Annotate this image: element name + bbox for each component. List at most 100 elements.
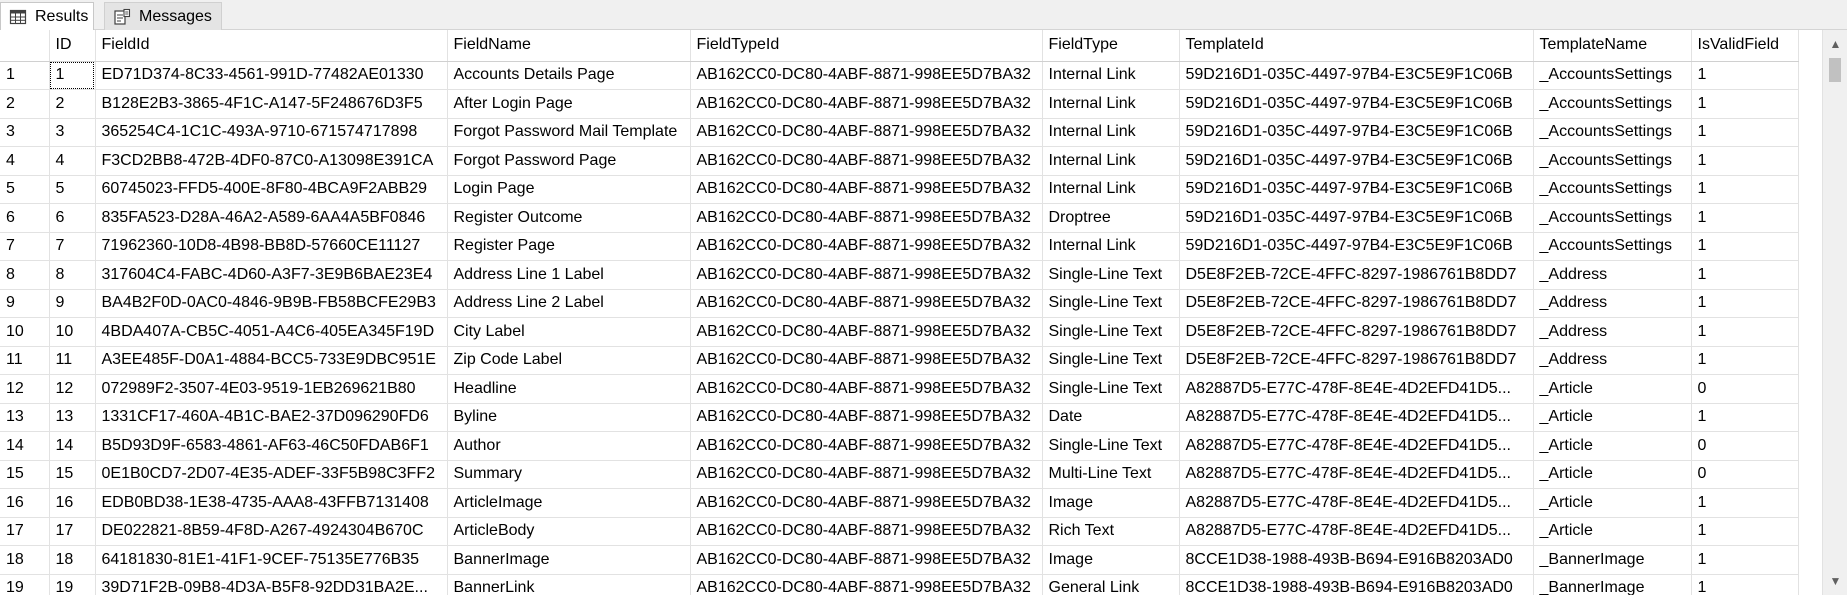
table-cell[interactable]: _BannerImage xyxy=(1533,574,1692,595)
row-number[interactable]: 3 xyxy=(0,118,50,147)
table-cell[interactable]: A82887D5-E77C-478F-8E4E-4D2EFD41D5... xyxy=(1179,431,1534,461)
table-cell[interactable]: Date xyxy=(1042,403,1180,432)
table-cell[interactable]: 13 xyxy=(49,403,96,432)
column-header[interactable]: IsValidField xyxy=(1691,30,1799,62)
table-cell[interactable]: 8CCE1D38-1988-493B-B694-E916B8203AD0 xyxy=(1179,574,1534,595)
corner-header[interactable] xyxy=(0,30,50,62)
table-cell[interactable]: Rich Text xyxy=(1042,517,1180,546)
table-cell[interactable]: Single-Line Text xyxy=(1042,317,1180,347)
tab-messages[interactable]: Messages xyxy=(104,2,222,30)
row-number[interactable]: 19 xyxy=(0,574,50,595)
table-row[interactable]: 16 16 EDB0BD38-1E38-4735-AAA8-43FFB7131408… xyxy=(0,488,1799,518)
table-row[interactable]: 1 1 ED71D374-8C33-4561-991D-77482AE01330 Ac… xyxy=(0,61,1799,90)
table-cell[interactable]: Forgot Password Page xyxy=(447,146,691,176)
table-cell[interactable]: _Article xyxy=(1533,517,1692,546)
table-cell[interactable]: Single-Line Text xyxy=(1042,431,1180,461)
table-cell[interactable]: 19 xyxy=(49,574,96,595)
row-number[interactable]: 13 xyxy=(0,403,50,432)
table-cell[interactable]: 4 xyxy=(49,146,96,176)
table-cell[interactable]: _Address xyxy=(1533,289,1692,318)
table-cell[interactable]: AB162CC0-DC80-4ABF-8871-998EE5D7BA32 xyxy=(690,118,1043,147)
table-cell[interactable]: 39D71F2B-09B8-4D3A-B5F8-92DD31BA2E... xyxy=(95,574,448,595)
table-cell[interactable]: _Article xyxy=(1533,488,1692,518)
table-cell[interactable]: 14 xyxy=(49,431,96,461)
table-cell[interactable]: 1 xyxy=(49,61,96,90)
row-number[interactable]: 12 xyxy=(0,374,50,404)
table-cell[interactable]: A82887D5-E77C-478F-8E4E-4D2EFD41D5... xyxy=(1179,460,1534,489)
table-cell[interactable]: 1 xyxy=(1691,260,1799,290)
table-cell[interactable]: 1 xyxy=(1691,175,1799,204)
table-cell[interactable]: 4BDA407A-CB5C-4051-A4C6-405EA345F19D xyxy=(95,317,448,347)
table-row[interactable]: 11 11 A3EE485F-D0A1-4884-BCC5-733E9DBC951E… xyxy=(0,346,1799,375)
table-cell[interactable]: 59D216D1-035C-4497-97B4-E3C5E9F1C06B xyxy=(1179,61,1534,90)
table-cell[interactable]: _AccountsSettings xyxy=(1533,61,1692,90)
table-row[interactable]: 8 8 317604C4-FABC-4D60-A3F7-3E9B6BAE23E4 Ad… xyxy=(0,260,1799,290)
table-cell[interactable]: 0 xyxy=(1691,431,1799,461)
table-cell[interactable]: _Address xyxy=(1533,346,1692,375)
table-cell[interactable]: _Address xyxy=(1533,317,1692,347)
table-row[interactable]: 4 4 F3CD2BB8-472B-4DF0-87C0-A13098E391CA Fo… xyxy=(0,146,1799,176)
table-cell[interactable]: Byline xyxy=(447,403,691,432)
column-header[interactable]: FieldType xyxy=(1042,30,1180,62)
row-number[interactable]: 6 xyxy=(0,203,50,233)
table-cell[interactable]: 8CCE1D38-1988-493B-B694-E916B8203AD0 xyxy=(1179,545,1534,575)
table-cell[interactable]: 10 xyxy=(49,317,96,347)
vertical-scrollbar[interactable]: ▲ ▼ xyxy=(1822,30,1847,595)
table-cell[interactable]: Single-Line Text xyxy=(1042,374,1180,404)
table-cell[interactable]: _AccountsSettings xyxy=(1533,146,1692,176)
table-cell[interactable]: 59D216D1-035C-4497-97B4-E3C5E9F1C06B xyxy=(1179,89,1534,119)
table-cell[interactable]: 1 xyxy=(1691,89,1799,119)
table-cell[interactable]: 072989F2-3507-4E03-9519-1EB269621B80 xyxy=(95,374,448,404)
table-cell[interactable]: B5D93D9F-6583-4861-AF63-46C50FDAB6F1 xyxy=(95,431,448,461)
table-row[interactable]: 5 5 60745023-FFD5-400E-8F80-4BCA9F2ABB29 Lo… xyxy=(0,175,1799,204)
table-cell[interactable]: Login Page xyxy=(447,175,691,204)
table-cell[interactable]: F3CD2BB8-472B-4DF0-87C0-A13098E391CA xyxy=(95,146,448,176)
row-number[interactable]: 9 xyxy=(0,289,50,318)
table-cell[interactable]: A82887D5-E77C-478F-8E4E-4D2EFD41D5... xyxy=(1179,517,1534,546)
table-cell[interactable]: Address Line 1 Label xyxy=(447,260,691,290)
table-cell[interactable]: Image xyxy=(1042,488,1180,518)
row-number[interactable]: 17 xyxy=(0,517,50,546)
table-cell[interactable]: AB162CC0-DC80-4ABF-8871-998EE5D7BA32 xyxy=(690,488,1043,518)
table-cell[interactable]: 1 xyxy=(1691,403,1799,432)
row-number[interactable]: 18 xyxy=(0,545,50,575)
table-cell[interactable]: 59D216D1-035C-4497-97B4-E3C5E9F1C06B xyxy=(1179,175,1534,204)
column-header[interactable]: TemplateId xyxy=(1179,30,1534,62)
column-header[interactable]: FieldId xyxy=(95,30,448,62)
table-cell[interactable]: Summary xyxy=(447,460,691,489)
table-cell[interactable]: Image xyxy=(1042,545,1180,575)
table-row[interactable]: 17 17 DE022821-8B59-4F8D-A267-4924304B670C… xyxy=(0,517,1799,546)
table-cell[interactable]: EDB0BD38-1E38-4735-AAA8-43FFB7131408 xyxy=(95,488,448,518)
table-cell[interactable]: _Article xyxy=(1533,374,1692,404)
table-cell[interactable]: AB162CC0-DC80-4ABF-8871-998EE5D7BA32 xyxy=(690,175,1043,204)
table-cell[interactable]: AB162CC0-DC80-4ABF-8871-998EE5D7BA32 xyxy=(690,89,1043,119)
scroll-up-arrow-icon[interactable]: ▲ xyxy=(1823,34,1847,54)
row-number[interactable]: 8 xyxy=(0,260,50,290)
table-row[interactable]: 13 13 1331CF17-460A-4B1C-BAE2-37D096290FD6… xyxy=(0,403,1799,432)
table-cell[interactable]: Multi-Line Text xyxy=(1042,460,1180,489)
table-cell[interactable]: 71962360-10D8-4B98-BB8D-57660CE11127 xyxy=(95,232,448,261)
table-row[interactable]: 9 9 BA4B2F0D-0AC0-4846-9B9B-FB58BCFE29B3 Ad… xyxy=(0,289,1799,318)
table-cell[interactable]: 15 xyxy=(49,460,96,489)
table-cell[interactable]: 59D216D1-035C-4497-97B4-E3C5E9F1C06B xyxy=(1179,232,1534,261)
table-cell[interactable]: A82887D5-E77C-478F-8E4E-4D2EFD41D5... xyxy=(1179,403,1534,432)
table-cell[interactable]: B128E2B3-3865-4F1C-A147-5F248676D3F5 xyxy=(95,89,448,119)
table-cell[interactable]: AB162CC0-DC80-4ABF-8871-998EE5D7BA32 xyxy=(690,431,1043,461)
table-cell[interactable]: 12 xyxy=(49,374,96,404)
table-cell[interactable]: Single-Line Text xyxy=(1042,346,1180,375)
table-cell[interactable]: A3EE485F-D0A1-4884-BCC5-733E9DBC951E xyxy=(95,346,448,375)
table-cell[interactable]: Internal Link xyxy=(1042,118,1180,147)
table-cell[interactable]: 1 xyxy=(1691,574,1799,595)
table-cell[interactable]: Single-Line Text xyxy=(1042,260,1180,290)
table-cell[interactable]: Register Outcome xyxy=(447,203,691,233)
table-cell[interactable]: General Link xyxy=(1042,574,1180,595)
table-cell[interactable]: AB162CC0-DC80-4ABF-8871-998EE5D7BA32 xyxy=(690,545,1043,575)
table-cell[interactable]: Zip Code Label xyxy=(447,346,691,375)
results-grid[interactable]: ID FieldId FieldName FieldTypeId FieldType Te… xyxy=(0,30,1822,595)
table-cell[interactable]: _Article xyxy=(1533,403,1692,432)
table-cell[interactable]: 9 xyxy=(49,289,96,318)
table-cell[interactable]: AB162CC0-DC80-4ABF-8871-998EE5D7BA32 xyxy=(690,232,1043,261)
table-cell[interactable]: 18 xyxy=(49,545,96,575)
table-cell[interactable]: BannerLink xyxy=(447,574,691,595)
table-cell[interactable]: ED71D374-8C33-4561-991D-77482AE01330 xyxy=(95,61,448,90)
